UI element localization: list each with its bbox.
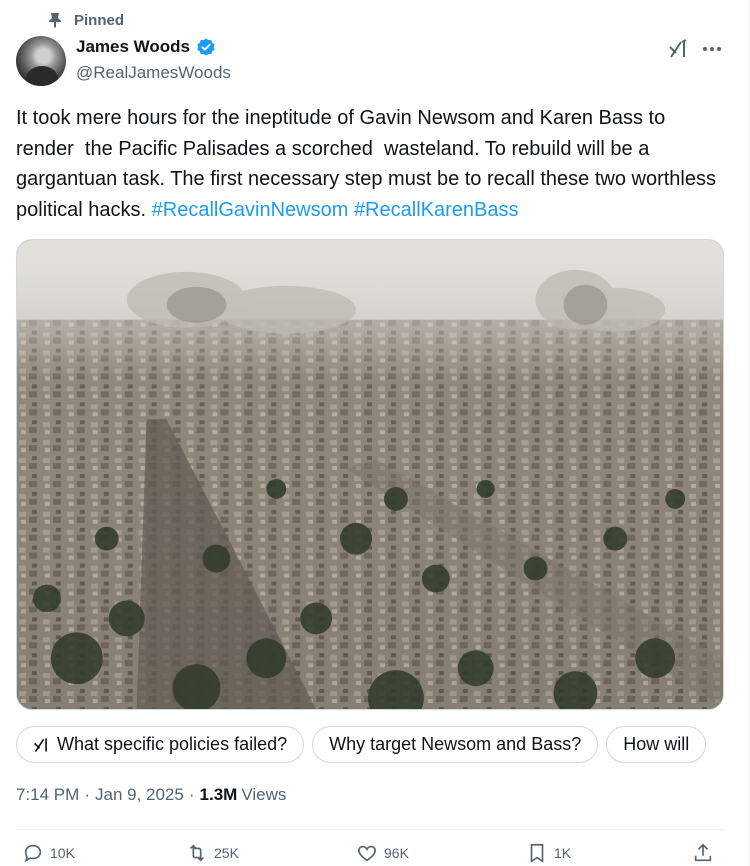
chip-label: How will bbox=[623, 734, 690, 754]
share-icon bbox=[694, 843, 712, 862]
tweet-date[interactable]: Jan 9, 2025 bbox=[95, 785, 184, 805]
grok-suggestion-chip[interactable]: How will bbox=[606, 726, 707, 763]
hashtag-link[interactable]: #RecallKarenBass bbox=[354, 199, 519, 221]
views-count: 1.3M bbox=[199, 785, 238, 804]
more-icon bbox=[703, 47, 707, 51]
grok-icon bbox=[34, 737, 47, 752]
share-button[interactable] bbox=[692, 842, 714, 864]
action-bar: 10K 25K 96K 1K bbox=[16, 842, 724, 866]
chip-label: What specific policies failed? bbox=[57, 734, 288, 754]
views-label: Views bbox=[241, 785, 287, 804]
author-handle[interactable]: @RealJamesWoods bbox=[76, 63, 231, 83]
tweet-card[interactable]: Pinned James Woods @RealJamesWoods It to… bbox=[0, 0, 750, 866]
divider bbox=[16, 829, 724, 830]
reply-icon bbox=[24, 844, 42, 862]
pinned-indicator: Pinned bbox=[48, 10, 124, 30]
verified-badge-icon[interactable] bbox=[196, 37, 216, 57]
like-button[interactable]: 96K bbox=[356, 842, 409, 864]
tweet-meta: 7:14 PM · Jan 9, 2025 · 1.3M Views bbox=[16, 785, 286, 805]
reply-button[interactable]: 10K bbox=[22, 842, 75, 864]
like-count: 96K bbox=[384, 845, 409, 861]
author-name[interactable]: James Woods bbox=[76, 37, 190, 57]
aerial-fire-photo bbox=[17, 240, 723, 709]
avatar[interactable] bbox=[16, 36, 66, 86]
bookmark-count: 1K bbox=[554, 845, 572, 861]
pin-icon bbox=[49, 13, 61, 28]
tweet-text: It took mere hours for the ineptitude of… bbox=[16, 103, 721, 225]
bookmark-button[interactable]: 1K bbox=[526, 842, 571, 864]
separator-dot: · bbox=[188, 785, 195, 804]
more-options-button[interactable] bbox=[698, 36, 726, 62]
repost-count: 25K bbox=[214, 845, 239, 861]
repost-icon bbox=[189, 844, 205, 862]
separator-dot: · bbox=[84, 785, 90, 804]
repost-button[interactable]: 25K bbox=[186, 842, 239, 864]
author-name-row: James Woods bbox=[76, 37, 216, 57]
pinned-label: Pinned bbox=[74, 11, 125, 29]
tweet-time[interactable]: 7:14 PM bbox=[16, 785, 79, 805]
grok-suggestions: What specific policies failed? Why targe… bbox=[16, 726, 720, 764]
like-icon bbox=[358, 845, 376, 862]
bookmark-icon bbox=[530, 843, 544, 863]
grok-suggestion-chip[interactable]: What specific policies failed? bbox=[16, 726, 305, 763]
grok-icon bbox=[669, 39, 687, 58]
tweet-image[interactable] bbox=[16, 239, 724, 710]
hashtag-link[interactable]: #RecallGavinNewsom bbox=[152, 199, 349, 221]
chip-label: Why target Newsom and Bass? bbox=[329, 734, 582, 754]
reply-count: 10K bbox=[50, 845, 75, 861]
grok-button[interactable] bbox=[666, 36, 692, 62]
grok-suggestion-chip[interactable]: Why target Newsom and Bass? bbox=[312, 726, 599, 763]
